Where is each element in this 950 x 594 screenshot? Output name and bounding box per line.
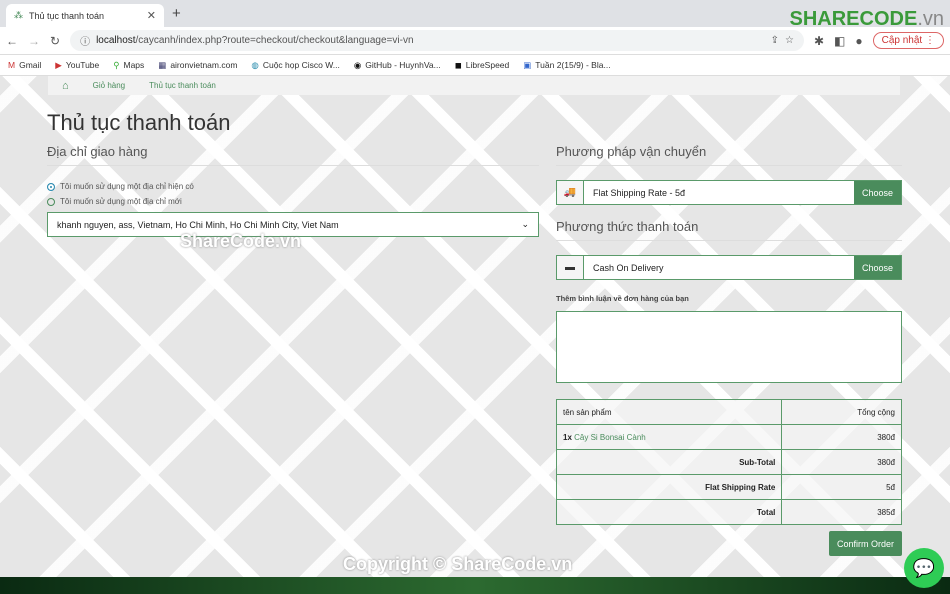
- page-content: ⌂ Giỏ hàng Thủ tục thanh toán Thủ tục th…: [0, 76, 950, 577]
- close-tab-icon[interactable]: ✕: [147, 9, 156, 22]
- product-link[interactable]: Cây Si Bonsai Cành: [574, 433, 646, 442]
- credit-card-icon: ▬: [557, 256, 584, 279]
- page-title: Thủ tục thanh toán: [47, 110, 231, 135]
- address-bar-row: ← → ↻ ⓘ localhost/caycanh/index.php?route=c…: [0, 27, 950, 55]
- bookmark-cisco[interactable]: ◍ Cuộc họp Cisco W...: [251, 60, 339, 71]
- breadcrumb: ⌂ Giỏ hàng Thủ tục thanh toán: [48, 76, 900, 95]
- sharecode-logo: SHARECODE.vn: [789, 8, 944, 30]
- bookmark-librespeed[interactable]: ◼ LibreSpeed: [455, 60, 510, 71]
- confirm-order-button[interactable]: Confirm Order: [829, 531, 902, 556]
- avatar[interactable]: ●: [855, 34, 862, 48]
- breadcrumb-checkout[interactable]: Thủ tục thanh toán: [149, 81, 216, 90]
- extensions-icon[interactable]: ✱: [814, 34, 824, 48]
- bookmark-maps[interactable]: ⚲ Maps: [113, 60, 144, 71]
- table-row-shipping: Flat Shipping Rate 5đ: [555, 474, 902, 500]
- share-icon[interactable]: ⇪: [771, 35, 779, 46]
- table-row: 1x Cây Si Bonsai Cành 380đ: [555, 424, 902, 450]
- payment-method-heading: Phương thức thanh toán: [556, 219, 902, 241]
- truck-icon: 🚚: [557, 181, 584, 204]
- payment-method-value: Cash On Delivery: [593, 262, 664, 273]
- url-input[interactable]: ⓘ localhost/caycanh/index.php?route=check…: [70, 30, 804, 51]
- chat-icon[interactable]: 💬: [904, 548, 944, 588]
- new-tab-button[interactable]: +: [172, 5, 181, 22]
- radio-existing-address[interactable]: Tôi muốn sử dụng một địa chỉ hiện có: [47, 182, 539, 191]
- reload-icon[interactable]: ↻: [50, 34, 60, 48]
- choose-payment-button[interactable]: Choose: [854, 256, 901, 279]
- tab-title: Thủ tục thanh toán: [29, 10, 105, 21]
- chevron-down-icon: ⌄: [521, 219, 529, 229]
- radio-new-address[interactable]: Tôi muốn sử dụng một địa chỉ mới: [47, 197, 539, 206]
- table-header-row: tên sản phẩm Tổng cộng: [555, 399, 902, 425]
- shipping-address-section: Địa chỉ giao hàng Tôi muốn sử dụng một đ…: [47, 144, 539, 237]
- bookmark-star-icon[interactable]: ☆: [785, 35, 794, 46]
- bookmark-aironvietnam[interactable]: ▦ aironvietnam.com: [158, 60, 237, 71]
- payment-method-group: ▬ Cash On Delivery Choose: [556, 255, 902, 280]
- copyright-watermark: Copyright © ShareCode.vn: [343, 554, 573, 574]
- watermark: ShareCode.vn: [180, 231, 302, 251]
- comment-textarea[interactable]: [556, 311, 902, 383]
- bookmark-tuan2[interactable]: ▣ Tuần 2(15/9) - Bla...: [523, 60, 610, 71]
- footer-banner: [0, 577, 950, 594]
- back-icon[interactable]: ←: [6, 34, 18, 48]
- table-row-total: Total 385đ: [555, 499, 902, 525]
- forward-icon[interactable]: →: [28, 34, 40, 48]
- update-button[interactable]: Cập nhật ⋮: [872, 32, 944, 49]
- bookmark-gmail[interactable]: M Gmail: [8, 60, 41, 70]
- comment-label: Thêm bình luận về đơn hàng của bạn: [556, 294, 689, 303]
- bookmark-github[interactable]: ◉ GitHub - HuynhVa...: [354, 60, 441, 71]
- browser-tab[interactable]: ⁂ Thủ tục thanh toán ✕: [6, 4, 164, 27]
- breadcrumb-cart[interactable]: Giỏ hàng: [93, 81, 125, 90]
- shipping-method-group: 🚚 Flat Shipping Rate - 5đ Choose: [556, 180, 902, 205]
- favicon-icon: ⁂: [14, 10, 23, 20]
- home-icon[interactable]: ⌂: [62, 80, 69, 92]
- bookmarks-bar: M Gmail ▶ YouTube ⚲ Maps ▦ aironvietnam.com …: [0, 55, 950, 76]
- sidepanel-icon[interactable]: ◧: [834, 34, 845, 48]
- info-icon: ⓘ: [80, 37, 91, 48]
- order-summary-table: tên sản phẩm Tổng cộng 1x Cây Si Bonsai C…: [555, 399, 902, 525]
- bookmark-youtube[interactable]: ▶ YouTube: [55, 60, 99, 71]
- shipping-method-heading: Phương pháp vận chuyển: [556, 144, 902, 166]
- checkout-right-column: Phương pháp vận chuyển 🚚 Flat Shipping Ra…: [555, 144, 902, 525]
- shipping-address-heading: Địa chỉ giao hàng: [47, 144, 539, 166]
- shipping-method-value: Flat Shipping Rate - 5đ: [593, 187, 686, 198]
- tab-bar: ⁂ Thủ tục thanh toán ✕ + SHARECODE.vn: [0, 0, 950, 30]
- table-row-subtotal: Sub-Total 380đ: [555, 449, 902, 475]
- choose-shipping-button[interactable]: Choose: [854, 181, 901, 204]
